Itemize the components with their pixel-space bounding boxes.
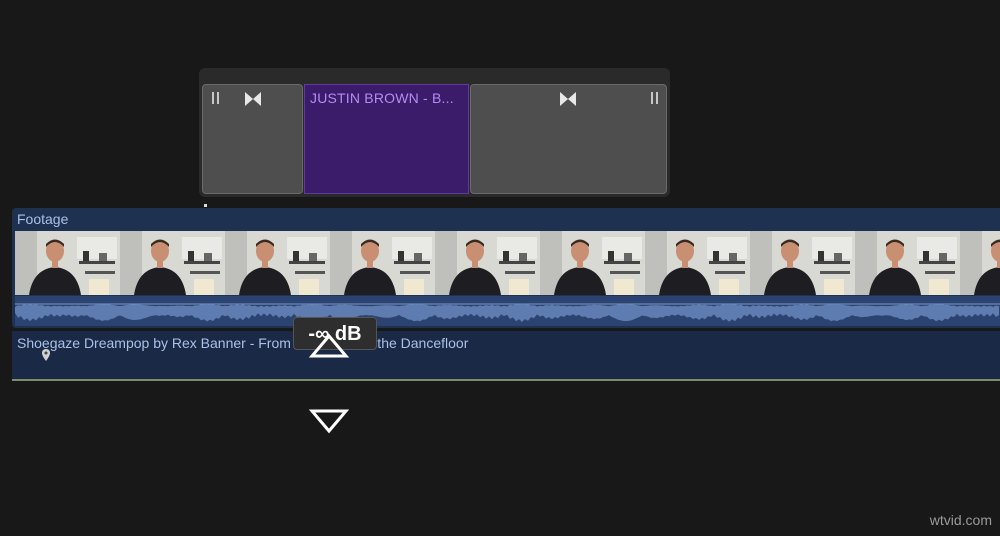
filmstrip-thumbnail: [750, 231, 855, 295]
filmstrip-thumbnail: [540, 231, 645, 295]
filmstrip-thumbnail: [435, 231, 540, 295]
title-clip-label: JUSTIN BROWN - B...: [310, 90, 454, 106]
gap-clip-right[interactable]: [470, 84, 667, 194]
filmstrip-thumbnail: [960, 231, 1000, 295]
watermark: wtvid.com: [929, 512, 992, 528]
footage-clip[interactable]: Footage: [12, 208, 1000, 328]
keyframe-pin-icon[interactable]: [41, 348, 51, 367]
pause-icon: [650, 91, 660, 105]
title-clip[interactable]: JUSTIN BROWN - B...: [304, 84, 469, 194]
skimmer-marker: [204, 204, 207, 207]
gap-clip-left[interactable]: [202, 84, 303, 194]
bowtie-transition-icon[interactable]: [559, 91, 577, 107]
music-clip[interactable]: Shoegaze Dreampop by Rex Banner - From t…: [12, 331, 1000, 381]
filmstrip-thumbnail: [120, 231, 225, 295]
filmstrip-thumbnail: [855, 231, 960, 295]
filmstrip-thumbnail: [225, 231, 330, 295]
footage-clip-label: Footage: [17, 211, 69, 227]
connected-title-row: JUSTIN BROWN - B...: [199, 68, 670, 197]
music-clip-label: Shoegaze Dreampop by Rex Banner - From t…: [17, 335, 469, 351]
bowtie-transition-icon[interactable]: [244, 91, 262, 107]
filmstrip-thumbnail: [330, 231, 435, 295]
filmstrip: [15, 231, 1000, 295]
volume-up-arrow-icon[interactable]: [308, 333, 350, 364]
filmstrip-thumbnail: [645, 231, 750, 295]
audio-waveform: [15, 296, 1000, 326]
pause-icon: [211, 91, 221, 105]
filmstrip-thumbnail: [15, 231, 120, 295]
volume-down-arrow-icon[interactable]: [308, 408, 350, 439]
